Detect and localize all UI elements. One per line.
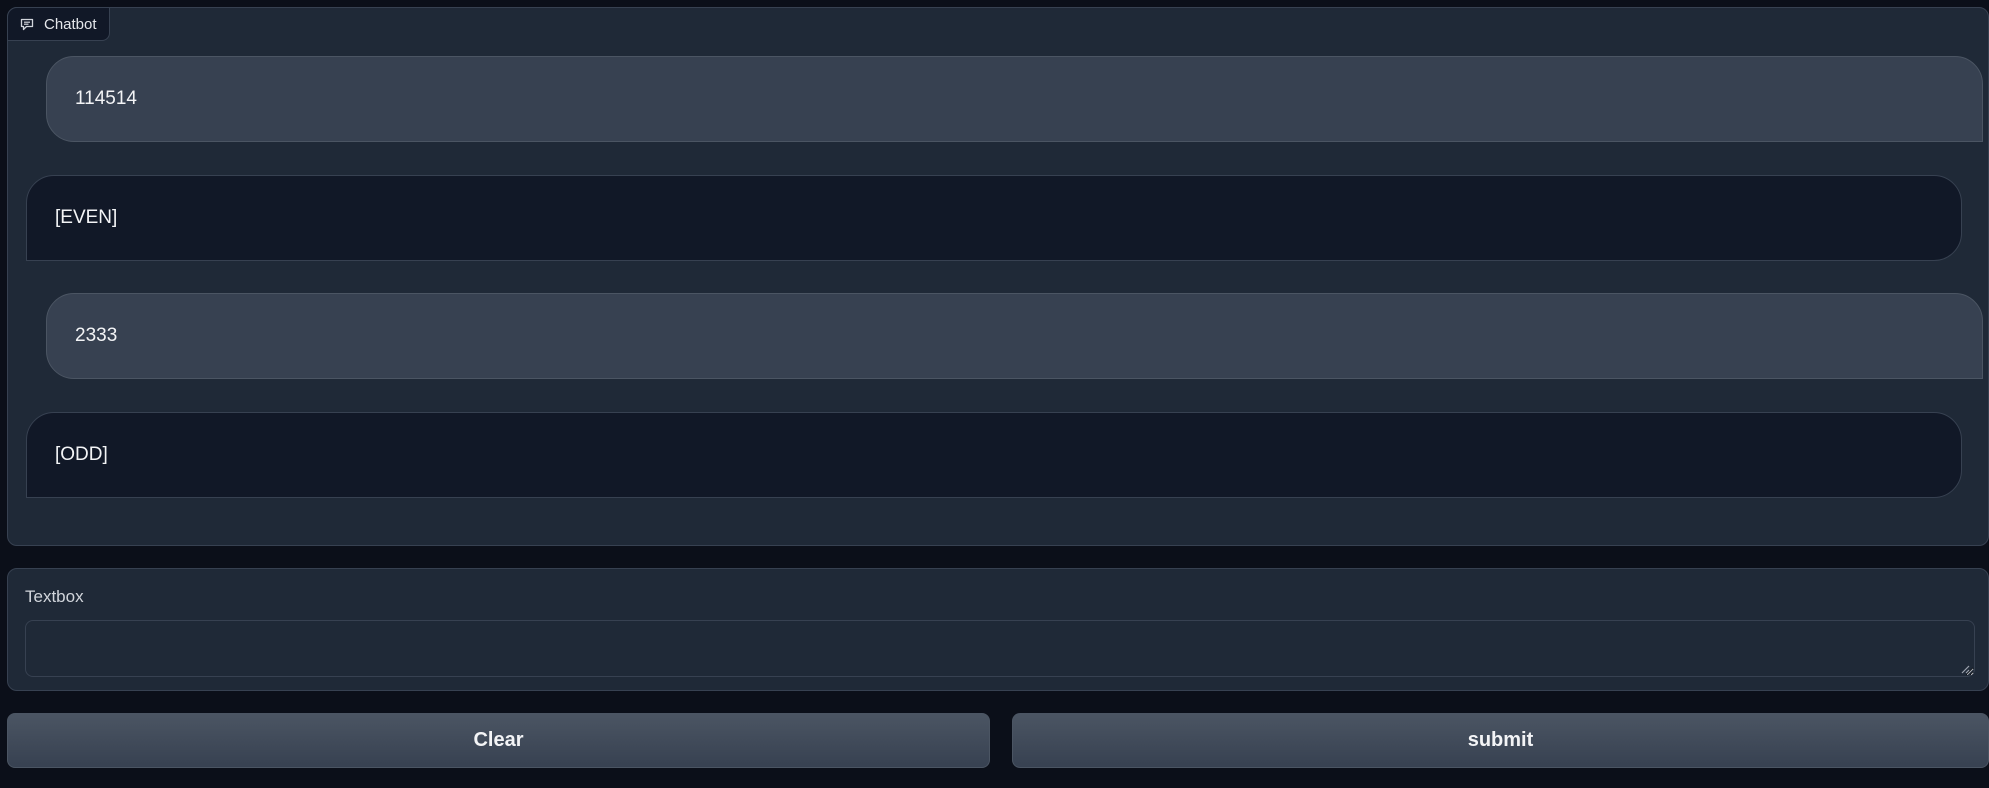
resize-handle-icon[interactable]	[1960, 661, 1970, 674]
clear-button[interactable]: Clear	[7, 713, 990, 768]
chatbot-label-text: Chatbot	[44, 15, 97, 33]
bot-message: [ODD]	[26, 412, 1962, 498]
bot-message: [EVEN]	[26, 175, 1962, 261]
textbox-label: Textbox	[25, 587, 84, 606]
chatbot-panel: Chatbot 114514 [EVEN] 2333 [ODD]	[7, 7, 1989, 546]
chat-icon	[20, 18, 34, 31]
chatbot-label: Chatbot	[7, 7, 110, 41]
message-text: 2333	[75, 325, 118, 346]
message-text: [ODD]	[55, 444, 108, 465]
user-message: 2333	[46, 293, 1983, 379]
submit-button[interactable]: submit	[1012, 713, 1989, 768]
message-input[interactable]	[25, 620, 1975, 677]
user-message: 114514	[46, 56, 1983, 142]
textbox-panel: Textbox	[7, 568, 1989, 691]
message-text: [EVEN]	[55, 207, 118, 228]
message-text: 114514	[75, 88, 137, 109]
